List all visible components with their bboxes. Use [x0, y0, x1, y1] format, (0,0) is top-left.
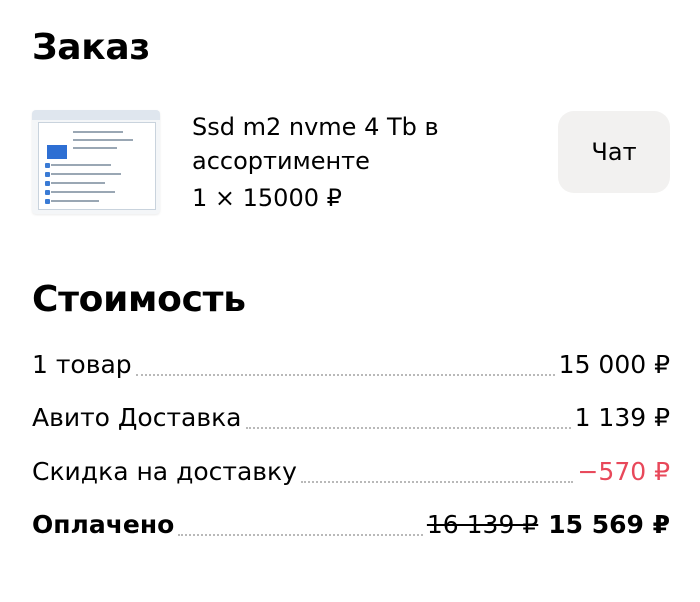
order-title: Заказ	[32, 27, 151, 68]
thumbnail-dot	[45, 181, 50, 186]
cost-title: Стоимость	[32, 279, 246, 320]
thumbnail-window	[38, 122, 156, 210]
thumbnail-line	[73, 131, 123, 133]
cost-row-label: 1 товар	[32, 350, 132, 379]
thumbnail-line	[73, 147, 117, 149]
chat-button[interactable]: Чат	[558, 111, 670, 193]
dotted-leader	[245, 427, 571, 429]
thumbnail-dot	[45, 163, 50, 168]
thumbnail-line	[51, 182, 105, 184]
cost-row-label: Скидка на доставку	[32, 457, 297, 486]
dotted-leader	[178, 534, 423, 536]
thumbnail-line	[51, 164, 111, 166]
thumbnail-titlebar	[32, 110, 160, 120]
cost-row-value: 15 000 ₽	[558, 350, 670, 379]
thumbnail-dot	[45, 190, 50, 195]
thumbnail-line	[51, 191, 115, 193]
cost-row-value: 16 139 ₽ 15 569 ₽	[427, 508, 670, 542]
cost-row-paid: Оплачено 16 139 ₽ 15 569 ₽	[32, 506, 670, 542]
cost-row-label: Авито Доставка	[32, 403, 242, 432]
old-price: 16 139 ₽	[426, 510, 539, 539]
cost-row-delivery: Авито Доставка 1 139 ₽	[32, 399, 670, 435]
thumbnail-line	[73, 139, 133, 141]
thumbnail-line	[51, 173, 121, 175]
product-thumbnail[interactable]	[32, 110, 160, 214]
cost-row-value: 1 139 ₽	[574, 403, 670, 432]
product-quantity-price: 1 × 15000 ₽	[192, 184, 342, 212]
dotted-leader	[300, 481, 574, 483]
cost-row-delivery-discount: Скидка на доставку −570 ₽	[32, 453, 670, 489]
cost-row-items: 1 товар 15 000 ₽	[32, 346, 670, 382]
cost-row-label: Оплачено	[32, 510, 175, 539]
thumbnail-line	[51, 200, 99, 202]
thumbnail-dot	[45, 172, 50, 177]
cost-row-value: −570 ₽	[577, 457, 670, 486]
thumbnail-badge	[47, 145, 67, 159]
thumbnail-dot	[45, 199, 50, 204]
dotted-leader	[135, 374, 555, 376]
product-name[interactable]: Ssd m2 nvme 4 Tb в ассортименте	[192, 110, 532, 178]
paid-price: 15 569 ₽	[548, 510, 670, 539]
